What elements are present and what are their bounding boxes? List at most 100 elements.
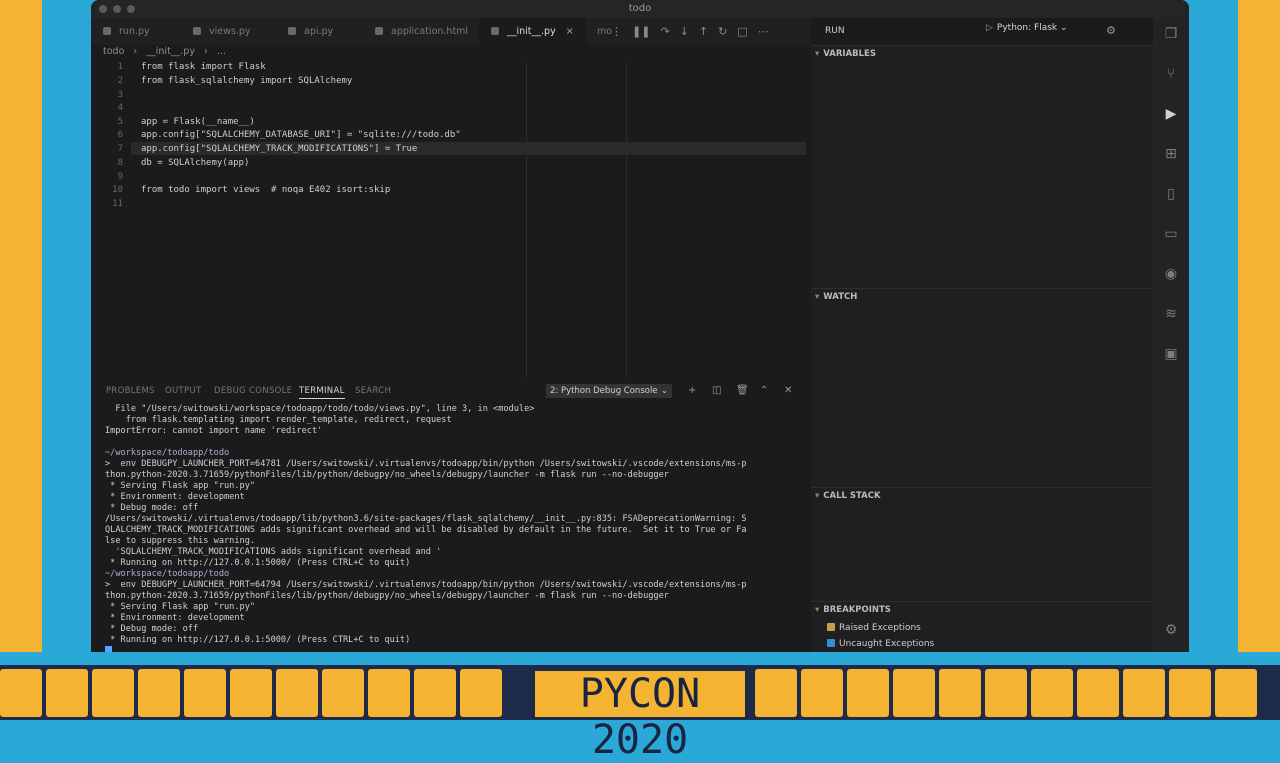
- chevron-down-icon: ▾: [815, 292, 820, 302]
- run-label: RUN: [825, 26, 845, 36]
- step-into-icon[interactable]: ↓: [680, 25, 689, 38]
- tab-output[interactable]: OUTPUT: [165, 386, 201, 396]
- terminal-line: 'SQLALCHEMY_TRACK_MODIFICATIONS adds sig…: [105, 547, 442, 557]
- code-line: app = Flask(__name__): [141, 117, 255, 127]
- source-control-icon[interactable]: ⑂: [1163, 66, 1179, 82]
- more-actions-icon[interactable]: ⋯: [758, 25, 769, 38]
- code-line: app.config["SQLALCHEMY_DATABASE_URI"] = …: [141, 130, 461, 140]
- terminal-line: File "/Users/switowski/workspace/todoapp…: [105, 404, 535, 414]
- tab-run-py[interactable]: run.py: [91, 18, 162, 45]
- settings-gear-icon[interactable]: ⚙: [1163, 622, 1179, 638]
- maximize-panel-icon[interactable]: ⌃: [760, 385, 768, 396]
- terminal-line: * Debug mode: off: [105, 503, 199, 513]
- folder-icon[interactable]: ▭: [1163, 226, 1179, 242]
- pause-icon[interactable]: ❚❚: [632, 25, 650, 38]
- breadcrumb-file[interactable]: __init__.py: [146, 46, 195, 57]
- terminal-line: * Environment: development: [105, 492, 245, 502]
- explorer-icon[interactable]: ❐: [1163, 26, 1179, 42]
- close-panel-icon[interactable]: ✕: [784, 385, 792, 396]
- chevron-down-icon: ⌄: [660, 386, 668, 396]
- stop-icon[interactable]: □: [737, 25, 747, 38]
- breakpoints-section[interactable]: ▾ BREAKPOINTS Raised Exceptions Uncaught …: [811, 601, 1153, 652]
- building-icon: [1169, 669, 1211, 717]
- code-line: from todo import views # noqa E402 isort…: [141, 185, 391, 195]
- watch-section[interactable]: ▾ WATCH: [811, 288, 1153, 485]
- tab-search[interactable]: SEARCH: [355, 386, 391, 396]
- chevron-right-icon: ›: [133, 46, 138, 57]
- code-line: db = SQLAlchemy(app): [141, 158, 250, 168]
- tab-application-html[interactable]: application.html: [363, 18, 480, 45]
- indent-guide: [526, 62, 527, 378]
- run-bar: RUN ▷ Python: Flask ⌄ ⚙: [811, 18, 1131, 45]
- gear-icon[interactable]: ⚙: [1106, 24, 1116, 37]
- checkbox-icon[interactable]: [827, 639, 835, 647]
- star-icon: [138, 669, 180, 717]
- step-over-icon[interactable]: ↷: [660, 25, 669, 38]
- chevron-down-icon: ▾: [815, 49, 820, 59]
- docker-icon[interactable]: ≋: [1163, 306, 1179, 322]
- extensions-icon[interactable]: ⊞: [1163, 146, 1179, 162]
- line-number: 5: [117, 117, 123, 127]
- left-frame-pattern: [0, 0, 42, 665]
- terminal-line: /Users/switowski/.virtualenvs/todoapp/li…: [105, 514, 747, 524]
- line-number: 8: [117, 158, 123, 168]
- line-number: 9: [117, 172, 123, 182]
- line-number: 2: [117, 76, 123, 86]
- leaf-icon: [92, 669, 134, 717]
- pattern-tile-icon: [46, 669, 88, 717]
- terminal-line: QLALCHEMY_TRACK_MODIFICATIONS adds signi…: [105, 525, 747, 535]
- run-config-select[interactable]: ▷ Python: Flask ⌄: [986, 23, 1068, 33]
- tab-views-py[interactable]: views.py: [181, 18, 263, 45]
- drag-handle-icon[interactable]: ⋮: [611, 25, 622, 38]
- code-editor[interactable]: 1 2 3 4 5 6 7 8 9 10 11 from flask impor…: [91, 58, 806, 378]
- ruler-guide: [626, 62, 627, 378]
- breakpoint-uncaught-exceptions[interactable]: Uncaught Exceptions: [827, 639, 934, 649]
- step-out-icon[interactable]: ↑: [699, 25, 708, 38]
- terminal-select[interactable]: 2: Python Debug Console ⌄: [546, 384, 672, 398]
- python-file-icon: [288, 27, 296, 35]
- play-icon[interactable]: ▷: [986, 23, 993, 33]
- terminal-line: ~/workspace/todoapp/todo: [105, 569, 230, 579]
- tab-problems[interactable]: PROBLEMS: [106, 386, 155, 396]
- variables-section[interactable]: ▾ VARIABLES: [811, 45, 1153, 286]
- remote-icon[interactable]: ▣: [1163, 346, 1179, 362]
- split-terminal-icon[interactable]: ◫: [712, 385, 721, 396]
- breakpoint-raised-exceptions[interactable]: Raised Exceptions: [827, 623, 921, 633]
- trash-icon[interactable]: 🗑: [736, 385, 749, 396]
- terminal-line: > env DEBUGPY_LAUNCHER_PORT=64794 /Users…: [105, 580, 747, 590]
- new-terminal-icon[interactable]: +: [688, 385, 696, 396]
- breadcrumb-folder[interactable]: todo: [103, 46, 124, 57]
- code-line: from flask import Flask: [141, 62, 266, 72]
- bridge-icon: [801, 669, 843, 717]
- run-debug-icon[interactable]: ▶: [1163, 106, 1179, 122]
- terminal-line: thon.python-2020.3.71659/pythonFiles/lib…: [105, 591, 669, 601]
- tab-api-py[interactable]: api.py: [276, 18, 345, 45]
- tab-terminal[interactable]: TERMINAL: [299, 386, 345, 399]
- snake-icon: [0, 669, 42, 717]
- tab-init-py[interactable]: __init__.py ×: [479, 18, 586, 45]
- html-file-icon: [375, 27, 383, 35]
- bookmark-icon[interactable]: ▯: [1163, 186, 1179, 202]
- pycon-banner: PYCON 2020: [0, 665, 1280, 763]
- pattern-tile-icon: [1031, 669, 1073, 717]
- line-number: 6: [117, 130, 123, 140]
- terminal[interactable]: File "/Users/switowski/workspace/todoapp…: [91, 404, 806, 652]
- terminal-line: thon.python-2020.3.71659/pythonFiles/lib…: [105, 470, 669, 480]
- tools-icon: [322, 669, 364, 717]
- terminal-line: * Running on http://127.0.0.1:5000/ (Pre…: [105, 635, 411, 645]
- leaf-icon: [1077, 669, 1119, 717]
- robot-icon: [230, 669, 272, 717]
- terminal-line: ~/workspace/todoapp/todo: [105, 448, 230, 458]
- breadcrumb-symbols[interactable]: ...: [217, 46, 226, 57]
- restart-icon[interactable]: ↻: [718, 25, 727, 38]
- tab-debug-console[interactable]: DEBUG CONSOLE: [214, 386, 292, 396]
- call-stack-section[interactable]: ▾ CALL STACK: [811, 487, 1153, 600]
- checkbox-icon[interactable]: [827, 623, 835, 631]
- close-tab-icon[interactable]: ×: [566, 26, 574, 37]
- python-file-icon: [491, 27, 499, 35]
- pattern-tile-icon: [368, 669, 410, 717]
- github-icon[interactable]: ◉: [1163, 266, 1179, 282]
- bridge-icon: [414, 669, 456, 717]
- star-icon: [1123, 669, 1165, 717]
- terminal-line: > env DEBUGPY_LAUNCHER_PORT=64781 /Users…: [105, 459, 747, 469]
